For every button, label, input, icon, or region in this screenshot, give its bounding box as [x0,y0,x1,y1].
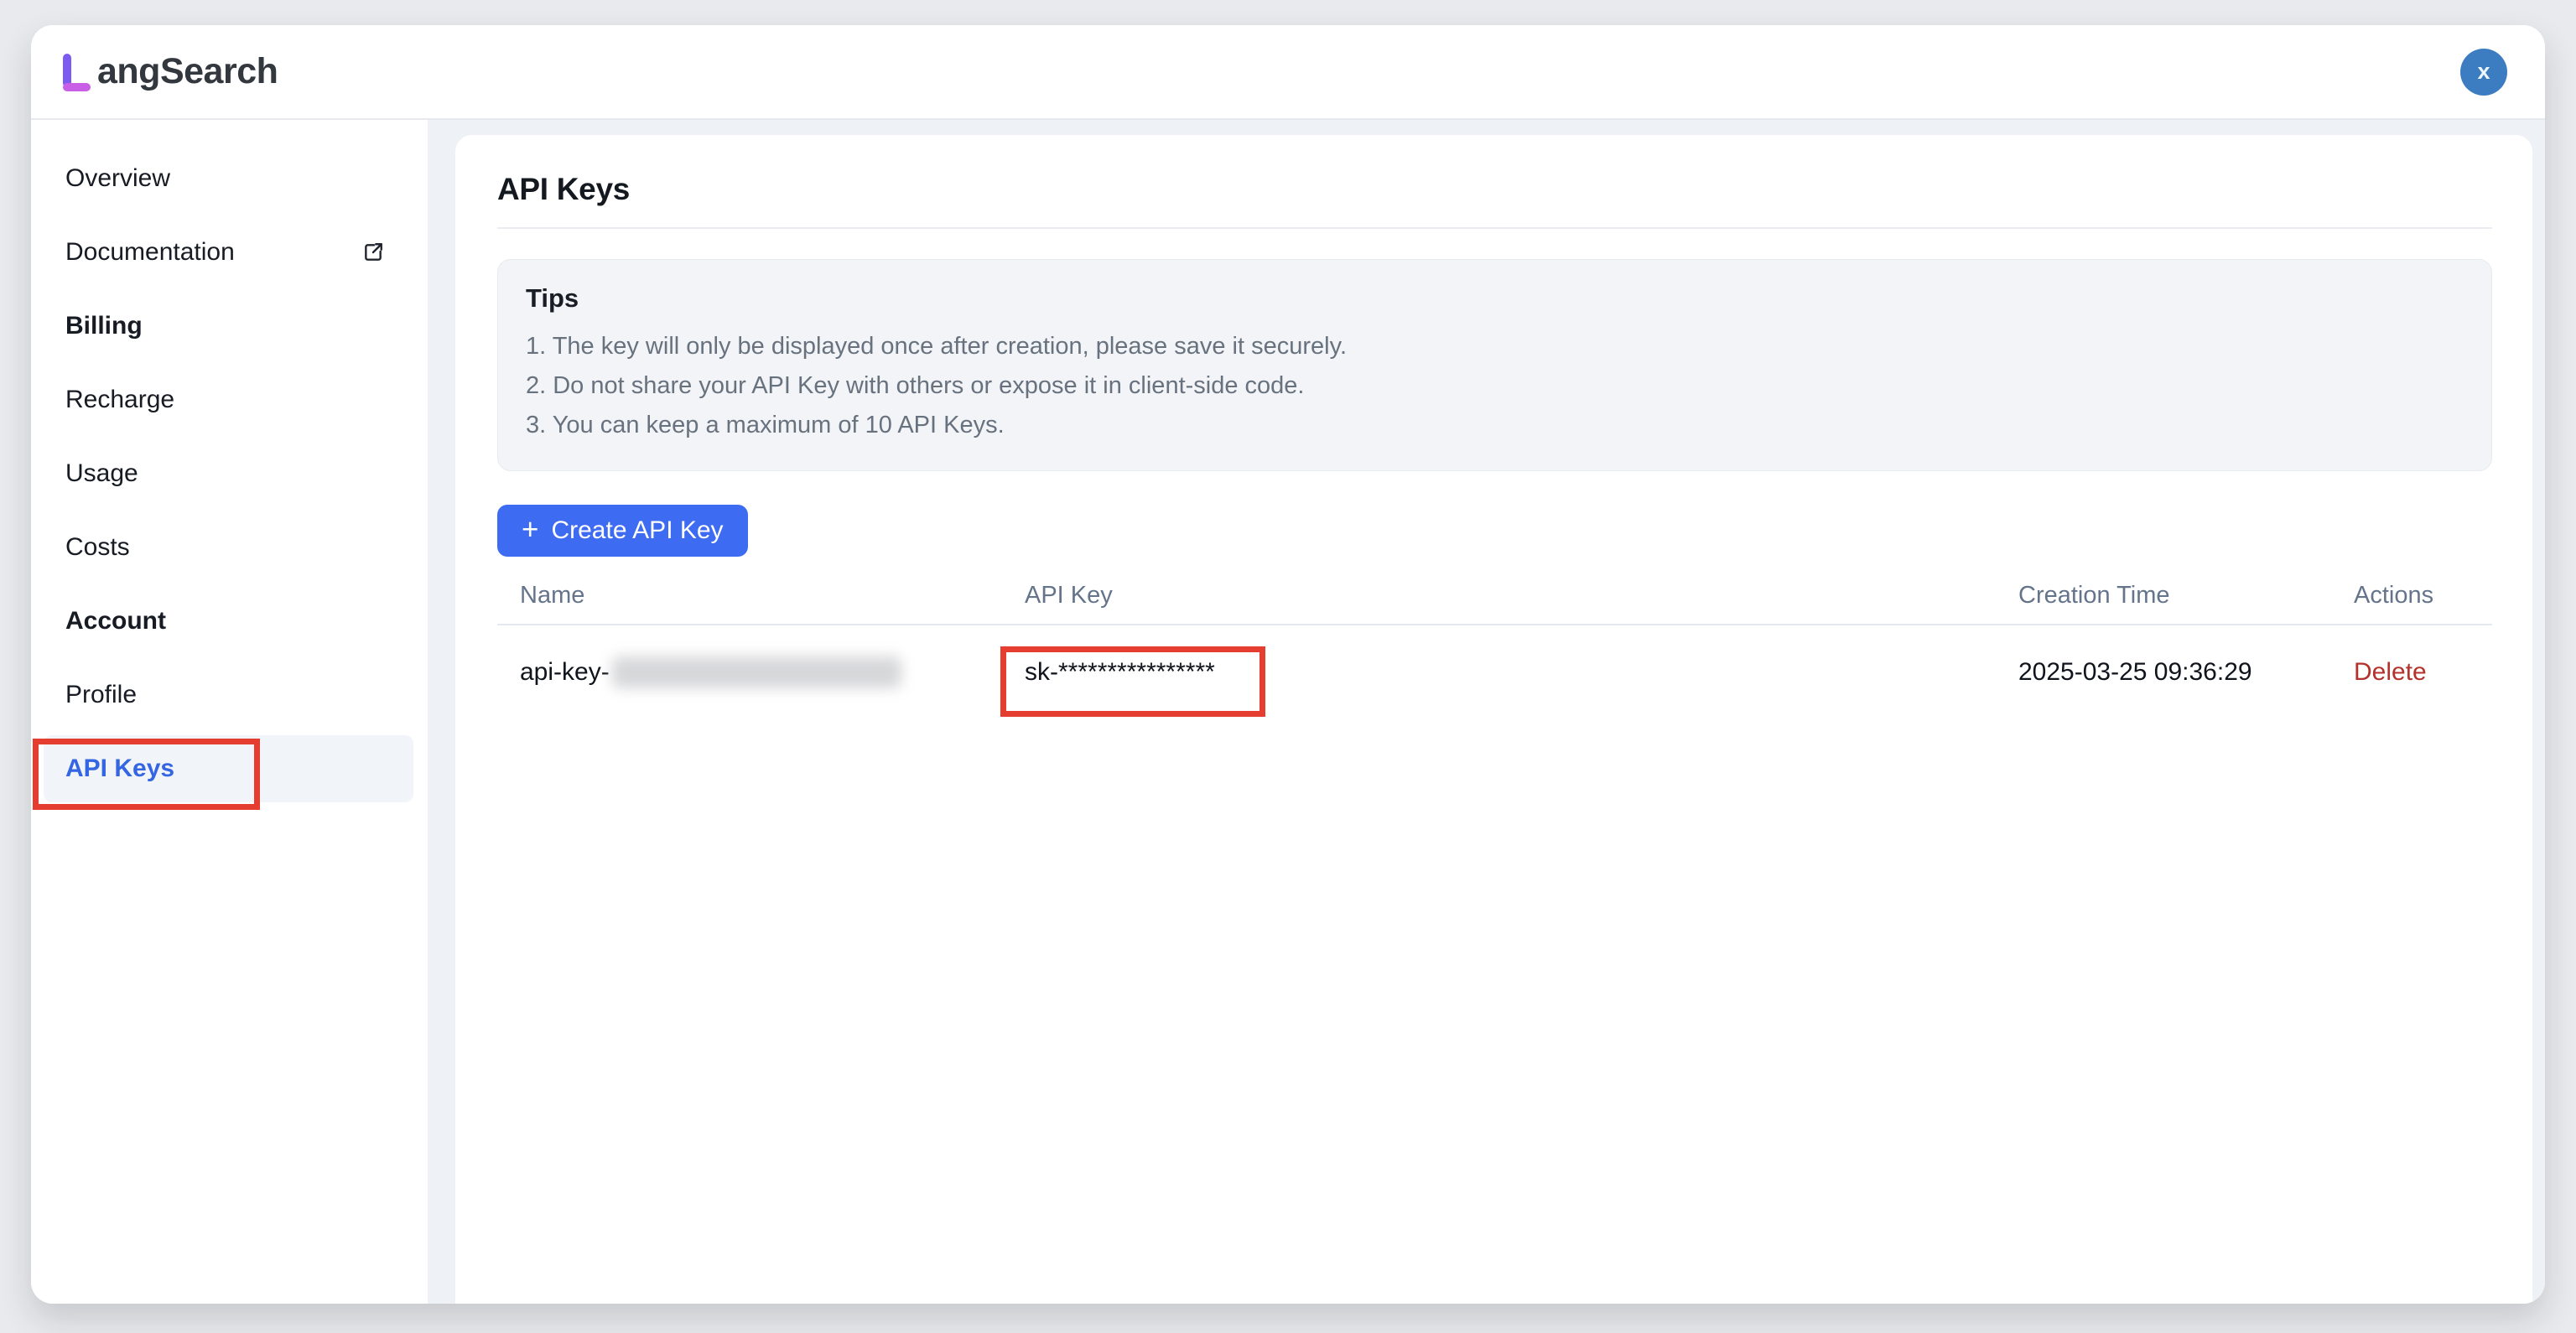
col-header-creation-time: Creation Time [1996,582,2331,609]
sidebar-item-documentation[interactable]: Documentation [31,215,428,289]
tip-item: 3. You can keep a maximum of 10 API Keys… [526,406,2463,445]
sidebar-item-recharge[interactable]: Recharge [31,363,428,437]
delete-button[interactable]: Delete [2354,658,2427,687]
sidebar-item-profile[interactable]: Profile [31,658,428,732]
logo-text: angSearch [97,52,278,91]
main-content-wrapper: API Keys Tips 1. The key will only be di… [428,120,2545,1304]
tip-item: 1. The key will only be displayed once a… [526,327,2463,366]
langsearch-logo: angSearch [63,52,278,91]
user-avatar[interactable]: x [2460,49,2507,96]
creation-time-cell: 2025-03-25 09:36:29 [1996,658,2331,687]
sidebar-section-account: Account [31,584,428,658]
create-api-key-button[interactable]: + Create API Key [497,505,748,557]
redacted-name-blur [612,656,901,688]
sidebar-item-usage[interactable]: Usage [31,437,428,511]
col-header-name: Name [497,582,1002,609]
avatar-letter: x [2477,59,2490,85]
table-header-row: Name API Key Creation Time Actions [497,567,2492,624]
col-header-actions: Actions [2331,582,2492,609]
api-keys-panel: API Keys Tips 1. The key will only be di… [455,135,2532,1304]
sidebar-item-api-keys[interactable]: API Keys [44,735,413,802]
plus-icon: + [522,515,538,544]
page-title: API Keys [497,172,2492,207]
sidebar-section-billing: Billing [31,289,428,363]
key-name-cell: api-key- [497,656,1002,688]
logo-l-icon [63,52,93,91]
create-api-key-label: Create API Key [551,516,723,545]
col-header-api-key: API Key [1002,582,1996,609]
tips-box: Tips 1. The key will only be displayed o… [497,259,2492,471]
top-header: angSearch x [31,25,2545,120]
masked-api-key: sk-**************** [1025,658,1215,687]
tip-item: 2. Do not share your API Key with others… [526,366,2463,406]
actions-cell: Delete [2331,658,2492,687]
app-body: Overview Documentation Billing Recharge [31,120,2545,1304]
table-row: api-key- sk-**************** 2025-03-25 … [497,625,2492,719]
title-divider [497,227,2492,229]
sidebar-item-overview[interactable]: Overview [31,142,428,215]
tips-title: Tips [526,283,2463,314]
sidebar: Overview Documentation Billing Recharge [31,120,428,1304]
sidebar-item-costs[interactable]: Costs [31,511,428,584]
api-keys-table: Name API Key Creation Time Actions api-k… [497,567,2492,719]
external-link-icon [362,241,384,263]
app-window: angSearch x Overview Documentation [31,25,2545,1304]
api-key-value-cell: sk-**************** [1002,658,1996,687]
tips-list: 1. The key will only be displayed once a… [526,327,2463,445]
